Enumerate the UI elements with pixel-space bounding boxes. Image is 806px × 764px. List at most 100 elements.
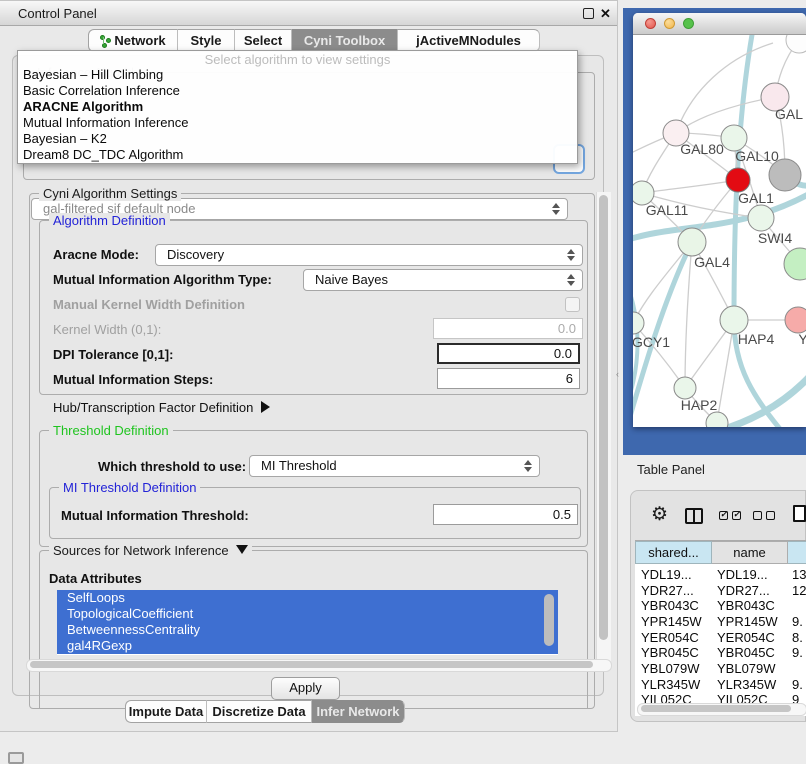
node-swi4[interactable] <box>748 205 774 231</box>
close-icon[interactable]: ✕ <box>600 5 611 23</box>
list-item[interactable]: gal4RGexp <box>57 638 558 654</box>
node-gal1-red[interactable] <box>726 168 750 192</box>
tab-jactivemnodules[interactable]: jActiveMNodules <box>398 29 540 52</box>
cell[interactable]: YBR043C <box>717 598 775 614</box>
cell[interactable]: 9. <box>792 645 803 661</box>
control-panel-window: Control Panel ✕ Network Style Select Cyn… <box>0 0 618 732</box>
node-salmon[interactable] <box>785 307 806 333</box>
dpi-tolerance-field[interactable]: 0.0 <box>437 343 580 364</box>
which-threshold-combobox[interactable]: MI Threshold <box>249 455 540 477</box>
table-panel-title: Table Panel <box>637 462 705 477</box>
tab-cyni-toolbox[interactable]: Cyni Toolbox <box>292 29 398 52</box>
mi-steps-field[interactable]: 6 <box>437 368 580 389</box>
cell[interactable]: YDR27... <box>717 583 770 599</box>
settings-horizontal-scrollbar[interactable] <box>26 659 612 672</box>
list-item[interactable]: TopologicalCoefficient <box>57 606 558 622</box>
network-view-frame: GAL GAL80 GAL10 GAL1 GAL11 SWI4 GAL4 GCY… <box>623 8 806 455</box>
dropdown-item[interactable]: Bayesian – K2 <box>18 131 577 147</box>
table-horizontal-scroll-thumb[interactable] <box>641 705 791 712</box>
node-bottom[interactable] <box>706 412 728 427</box>
aracne-mode-combobox[interactable]: Discovery <box>155 244 583 266</box>
settings-vertical-scroll-thumb[interactable] <box>599 195 608 640</box>
kernel-width-field[interactable]: 0.0 <box>433 318 583 339</box>
cell[interactable]: YBR045C <box>717 645 775 661</box>
column-header-next[interactable]: A <box>788 541 806 564</box>
tab-network[interactable]: Network <box>88 29 178 52</box>
apply-button[interactable]: Apply <box>271 677 340 700</box>
node-hap4[interactable] <box>720 306 748 334</box>
network-window-titlebar[interactable] <box>633 13 806 35</box>
node-label: GAL1 <box>738 190 774 206</box>
cell[interactable]: YPR145W <box>641 614 702 630</box>
cell[interactable]: 9. <box>792 614 803 630</box>
mi-threshold-label: Mutual Information Threshold: <box>61 508 249 523</box>
app-root: { "colors": { "selection_blue": "#3E6FD1… <box>0 0 806 762</box>
new-table-icon[interactable] <box>793 505 806 522</box>
node[interactable] <box>786 35 806 53</box>
tab-style[interactable]: Style <box>178 29 235 52</box>
tab-select[interactable]: Select <box>235 29 292 52</box>
close-traffic-icon[interactable] <box>645 18 656 29</box>
network-window: GAL GAL80 GAL10 GAL1 GAL11 SWI4 GAL4 GCY… <box>633 13 806 427</box>
deselect-all-checks-icon[interactable] <box>753 511 779 521</box>
cell[interactable]: YDL19... <box>717 567 768 583</box>
cell[interactable]: YLR345W <box>641 677 700 693</box>
dropdown-item[interactable]: Mutual Information Inference <box>18 115 577 131</box>
bottom-tabs: Impute Data Discretize Data Infer Networ… <box>0 700 618 723</box>
zoom-traffic-icon[interactable] <box>683 18 694 29</box>
cell[interactable]: 12 <box>792 583 806 599</box>
cell[interactable]: 9. <box>792 677 803 693</box>
settings-vertical-scrollbar[interactable] <box>596 192 611 669</box>
column-header-shared-name[interactable]: shared... <box>635 541 712 564</box>
node-green-right[interactable] <box>784 248 806 280</box>
network-canvas[interactable]: GAL GAL80 GAL10 GAL1 GAL11 SWI4 GAL4 GCY… <box>633 35 806 427</box>
aracne-mode-label: Aracne Mode: <box>53 247 139 262</box>
cell[interactable]: YLR345W <box>717 677 776 693</box>
cell[interactable]: YER054C <box>641 630 699 646</box>
cell[interactable]: 8. <box>792 630 803 646</box>
cell[interactable]: YDL19... <box>641 567 692 583</box>
hub-tf-definition-toggle[interactable]: Hub/Transcription Factor Definition <box>53 400 270 415</box>
node-gal4[interactable] <box>678 228 706 256</box>
dropdown-item-selected[interactable]: ARACNE Algorithm <box>18 99 577 115</box>
manual-kernel-label: Manual Kernel Width Definition <box>53 297 245 312</box>
list-item[interactable]: BetweennessCentrality <box>57 622 558 638</box>
panel-splitter-handle[interactable]: ‹ <box>616 369 619 379</box>
select-all-checks-icon[interactable] <box>719 511 745 521</box>
cell[interactable]: YBL079W <box>641 661 700 677</box>
column-header-name[interactable]: name <box>712 541 788 564</box>
cell[interactable]: YDR27... <box>641 583 694 599</box>
which-threshold-label: Which threshold to use: <box>98 459 246 474</box>
float-window-icon[interactable] <box>583 8 594 19</box>
node-hap2[interactable] <box>674 377 696 399</box>
node-gcy1[interactable] <box>633 312 644 334</box>
tab-infer-network[interactable]: Infer Network <box>312 700 405 723</box>
mi-type-combobox[interactable]: Naive Bayes <box>303 269 583 291</box>
sources-group-toggle[interactable]: Sources for Network Inference <box>49 543 252 558</box>
tab-impute-data[interactable]: Impute Data <box>125 700 207 723</box>
cell[interactable]: YBR045C <box>641 645 699 661</box>
list-scrollbar[interactable] <box>544 594 554 646</box>
dropdown-item[interactable]: Bayesian – Hill Climbing <box>18 67 577 83</box>
cell[interactable]: YBL079W <box>717 661 776 677</box>
gear-icon[interactable]: ⚙ <box>651 503 668 526</box>
combo-arrows-icon <box>523 456 534 476</box>
tab-discretize-data[interactable]: Discretize Data <box>207 700 312 723</box>
settings-horizontal-scroll-thumb[interactable] <box>30 661 593 668</box>
cell[interactable]: YBR043C <box>641 598 699 614</box>
manual-kernel-checkbox[interactable] <box>565 297 580 312</box>
table-horizontal-scrollbar[interactable] <box>637 703 806 716</box>
list-item[interactable]: SelfLoops <box>57 590 558 606</box>
docked-panel-grip[interactable] <box>8 752 24 764</box>
minimize-traffic-icon[interactable] <box>664 18 675 29</box>
columns-icon[interactable] <box>685 508 703 524</box>
dropdown-item[interactable]: Dream8 DC_TDC Algorithm <box>18 147 577 163</box>
node-label: GAL11 <box>646 202 689 218</box>
cell[interactable]: YPR145W <box>717 614 778 630</box>
cell[interactable]: YER054C <box>717 630 775 646</box>
dropdown-item[interactable]: Basic Correlation Inference <box>18 83 577 99</box>
cell[interactable]: 13 <box>792 567 806 583</box>
control-panel-titlebar[interactable]: Control Panel ✕ <box>0 1 617 26</box>
mi-threshold-field[interactable]: 0.5 <box>433 504 578 525</box>
mi-steps-label: Mutual Information Steps: <box>53 372 213 387</box>
